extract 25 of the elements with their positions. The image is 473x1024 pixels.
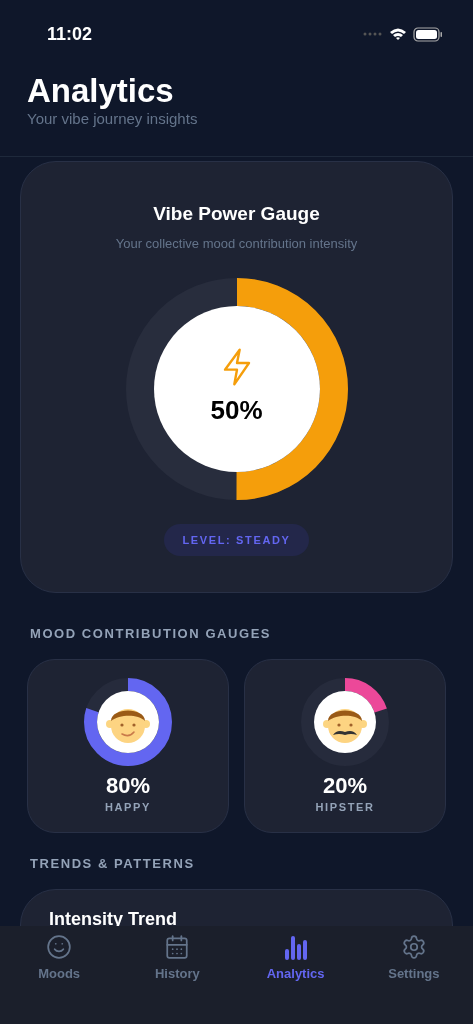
tab-item[interactable]: History [118,934,237,984]
settings-icon [400,934,427,960]
calendar-icon [164,934,191,960]
mood-percent: 80% [105,773,150,799]
card-title: Intensity Trend [49,908,178,929]
section-heading: MOOD CONTRIBUTION GAUGES [30,626,272,641]
level-badge: LEVEL: STEADY [164,523,309,556]
mood-label: HAPPY [104,800,152,815]
mood-percent: 20% [322,773,367,799]
smiley-icon [46,934,73,960]
status-time: 11:02 [47,22,93,46]
signal-icon [363,32,383,36]
section-heading: TRENDS & PATTERNS [30,855,195,871]
battery-icon [413,26,443,42]
tab-item[interactable]: Analytics [236,934,355,984]
card-subtitle: Your collective mood contribution intensity [115,235,358,253]
card-title: Vibe Power Gauge [153,202,320,226]
wifi-icon [389,27,407,41]
gauge-reading: 50% [210,394,263,427]
mood-label: HIPSTER [315,800,375,815]
tab-item[interactable]: Moods [0,934,119,984]
page-title: Analytics [27,72,175,110]
bar-chart-icon [283,934,308,960]
tab-item[interactable]: Settings [354,934,473,984]
page-subtitle: Your vibe journey insights [27,110,199,128]
